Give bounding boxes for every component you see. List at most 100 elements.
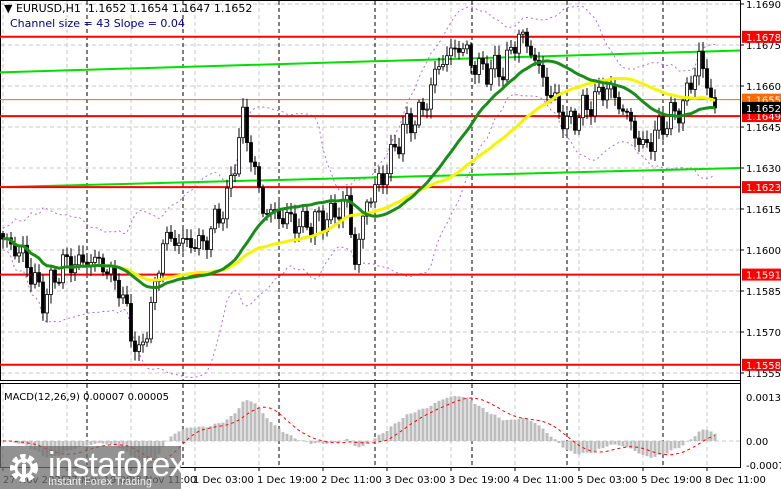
macd-histogram-bar [337, 441, 341, 443]
bull-candle [213, 208, 217, 230]
bear-candle [453, 47, 457, 50]
bull-candle [693, 75, 697, 90]
bull-candle [577, 117, 581, 131]
bear-candle [97, 256, 101, 259]
bear-candle [53, 269, 57, 283]
bull-candle [401, 123, 405, 155]
macd-histogram-bar [633, 441, 637, 452]
macd-histogram-bar [269, 421, 273, 441]
bull-candle [177, 242, 181, 246]
macd-histogram-bar [577, 441, 581, 455]
time-tick-label: 5 Dec 19:00 [641, 475, 702, 486]
bear-candle [457, 47, 461, 53]
collapse-triangle-icon[interactable]: ▼ [4, 2, 16, 15]
macd-histogram-bar [333, 441, 337, 443]
macd-histogram-bar [529, 420, 533, 441]
bull-candle [141, 341, 145, 346]
macd-histogram-bar [401, 418, 405, 441]
bear-candle [541, 64, 545, 78]
macd-histogram-bar [629, 441, 633, 449]
macd-histogram-bar [85, 441, 89, 446]
bear-candle [245, 106, 249, 143]
bear-candle [529, 45, 533, 56]
bear-candle [393, 143, 397, 148]
bull-candle [441, 64, 445, 68]
bull-candle [329, 202, 333, 221]
bull-candle [241, 106, 245, 139]
bear-candle [305, 210, 309, 228]
macd-histogram-bar [169, 436, 173, 441]
bear-candle [337, 216, 341, 220]
macd-histogram-bar [561, 441, 565, 448]
bull-candle [641, 139, 645, 145]
bear-candle [217, 208, 221, 224]
bear-candle [673, 102, 677, 112]
macd-histogram-bar [433, 402, 437, 441]
bear-candle [201, 235, 205, 242]
bear-candle [205, 240, 209, 250]
bear-candle [333, 202, 337, 218]
bear-candle [381, 173, 385, 186]
bear-candle [69, 256, 73, 274]
bear-candle [133, 340, 137, 352]
bull-candle [77, 254, 81, 266]
bull-candle [385, 173, 389, 186]
macd-histogram-bar [297, 440, 301, 441]
macd-histogram-bar [669, 441, 673, 451]
macd-histogram-bar [181, 429, 185, 441]
macd-histogram-bar [541, 428, 545, 441]
bull-candle [285, 212, 289, 225]
bear-candle [321, 210, 325, 232]
price-chart[interactable]: 1.16901.16751.16601.16451.16301.16151.16… [0, 0, 781, 489]
macd-histogram-bar [565, 441, 569, 450]
macd-histogram-bar [493, 414, 497, 441]
macd-histogram-bar [509, 419, 513, 441]
macd-histogram-bar [221, 422, 225, 441]
bull-candle [377, 173, 381, 186]
bull-candle [581, 94, 585, 119]
macd-histogram-bar [533, 422, 537, 441]
macd-histogram-bar [589, 441, 593, 454]
time-tick-label: 3 Dec 19:00 [449, 475, 510, 486]
macd-histogram-bar [661, 441, 665, 455]
macd-histogram-bar [89, 441, 93, 445]
bull-candle [149, 302, 153, 340]
bull-candle [33, 272, 37, 285]
macd-histogram-bar [285, 433, 289, 441]
bear-candle [661, 116, 665, 135]
bull-candle [569, 110, 573, 117]
macd-histogram-bar [277, 428, 281, 441]
macd-histogram-bar [101, 441, 105, 444]
bear-candle [81, 254, 85, 263]
bear-candle [481, 58, 485, 65]
bull-candle [209, 228, 213, 250]
macd-histogram-bar [309, 441, 313, 444]
bear-candle [485, 63, 489, 85]
macd-histogram-bar [473, 403, 477, 441]
macd-histogram-bar [545, 432, 549, 441]
price-tick-label: 1.1585 [746, 287, 781, 298]
price-tick-label: 1.1615 [746, 205, 781, 216]
macd-histogram-bar [265, 418, 269, 441]
price-tick-label: 1.1630 [746, 164, 781, 175]
bull-candle [317, 210, 321, 213]
bull-candle [45, 294, 49, 314]
level-price-tag: 1.1591 [746, 271, 781, 282]
bear-candle [645, 139, 649, 143]
current-price-tag: 1.1652 [746, 104, 781, 115]
watermark-tagline: Instant Forex Trading [48, 476, 152, 488]
macd-histogram-bar [421, 408, 425, 441]
macd-histogram-bar [461, 396, 465, 441]
macd-tick-label: 0.00134 [746, 393, 781, 404]
macd-histogram-bar [373, 438, 377, 441]
bear-candle [549, 95, 553, 98]
macd-histogram-bar [417, 409, 421, 441]
bear-candle [701, 51, 705, 70]
bear-candle [709, 87, 713, 99]
bull-candle [361, 215, 365, 240]
macd-histogram-bar [573, 441, 577, 454]
macd-histogram-bar [613, 441, 617, 445]
macd-histogram-bar [621, 441, 625, 447]
macd-histogram-bar [705, 430, 709, 441]
macd-histogram-bar [205, 427, 209, 441]
